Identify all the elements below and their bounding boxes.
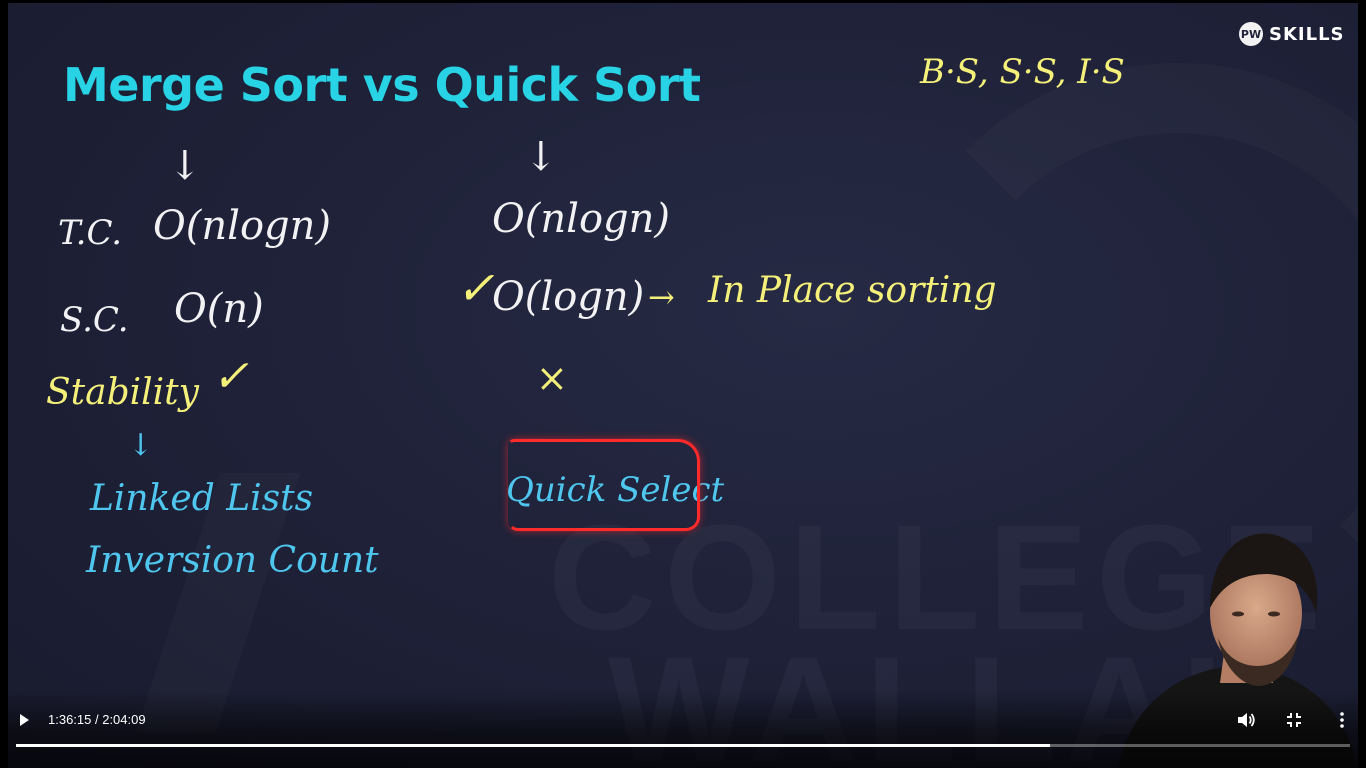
video-frame[interactable]: COLLEGE WALLAH Merge Sort vs Quick Sort … bbox=[8, 3, 1358, 768]
current-time: 1:36:15 bbox=[48, 712, 92, 727]
quick-sort-arrow: ↓ bbox=[524, 134, 558, 180]
duration: 2:04:09 bbox=[102, 712, 146, 727]
space-complexity-label: S.C. bbox=[60, 300, 129, 340]
merge-sort-stable-check-icon: ✓ bbox=[212, 351, 249, 402]
play-icon bbox=[20, 714, 29, 726]
exit-fullscreen-icon bbox=[1287, 713, 1301, 727]
brand-logo: PW SKILLS bbox=[1239, 22, 1345, 46]
stability-sub-arrow: ↓ bbox=[128, 428, 154, 463]
quick-select-highlight bbox=[508, 439, 700, 531]
progress-bar[interactable] bbox=[16, 744, 1350, 747]
player-controls-bar bbox=[0, 690, 1366, 768]
exit-fullscreen-button[interactable] bbox=[1282, 708, 1306, 732]
stability-label: Stability bbox=[46, 372, 199, 413]
sorts-note: B·S, S·S, I·S bbox=[920, 52, 1125, 92]
progress-bar-fill bbox=[16, 744, 1050, 747]
time-separator: / bbox=[91, 712, 103, 727]
in-place-sorting-note: In Place sorting bbox=[708, 270, 997, 311]
quick-sort-sc-check-icon: ✓ bbox=[456, 261, 495, 315]
volume-icon bbox=[1238, 713, 1255, 727]
more-vert-icon bbox=[1340, 712, 1344, 728]
volume-button[interactable] bbox=[1234, 708, 1258, 732]
merge-sort-time-complexity: O(nlogn) bbox=[153, 203, 332, 249]
quick-sort-unstable-cross-icon: × bbox=[536, 356, 568, 400]
quick-sort-time-complexity: O(nlogn) bbox=[492, 196, 671, 242]
more-options-button[interactable] bbox=[1330, 708, 1354, 732]
quick-sort-space-complexity: O(logn) bbox=[492, 274, 645, 320]
pw-logo-icon: PW bbox=[1239, 22, 1263, 46]
merge-sort-arrow: ↓ bbox=[168, 143, 202, 189]
merge-sort-space-complexity: O(n) bbox=[174, 286, 264, 332]
slide-title: Merge Sort vs Quick Sort bbox=[63, 58, 701, 112]
merge-sort-application-2: Inversion Count bbox=[86, 540, 379, 581]
logo-text: SKILLS bbox=[1269, 23, 1345, 45]
video-player[interactable]: COLLEGE WALLAH Merge Sort vs Quick Sort … bbox=[0, 0, 1366, 768]
merge-sort-application-1: Linked Lists bbox=[90, 478, 314, 519]
play-button[interactable] bbox=[12, 708, 36, 732]
time-complexity-label: T.C. bbox=[58, 213, 123, 253]
in-place-arrow-icon: → bbox=[648, 278, 675, 316]
time-display: 1:36:15 / 2:04:09 bbox=[48, 712, 146, 727]
